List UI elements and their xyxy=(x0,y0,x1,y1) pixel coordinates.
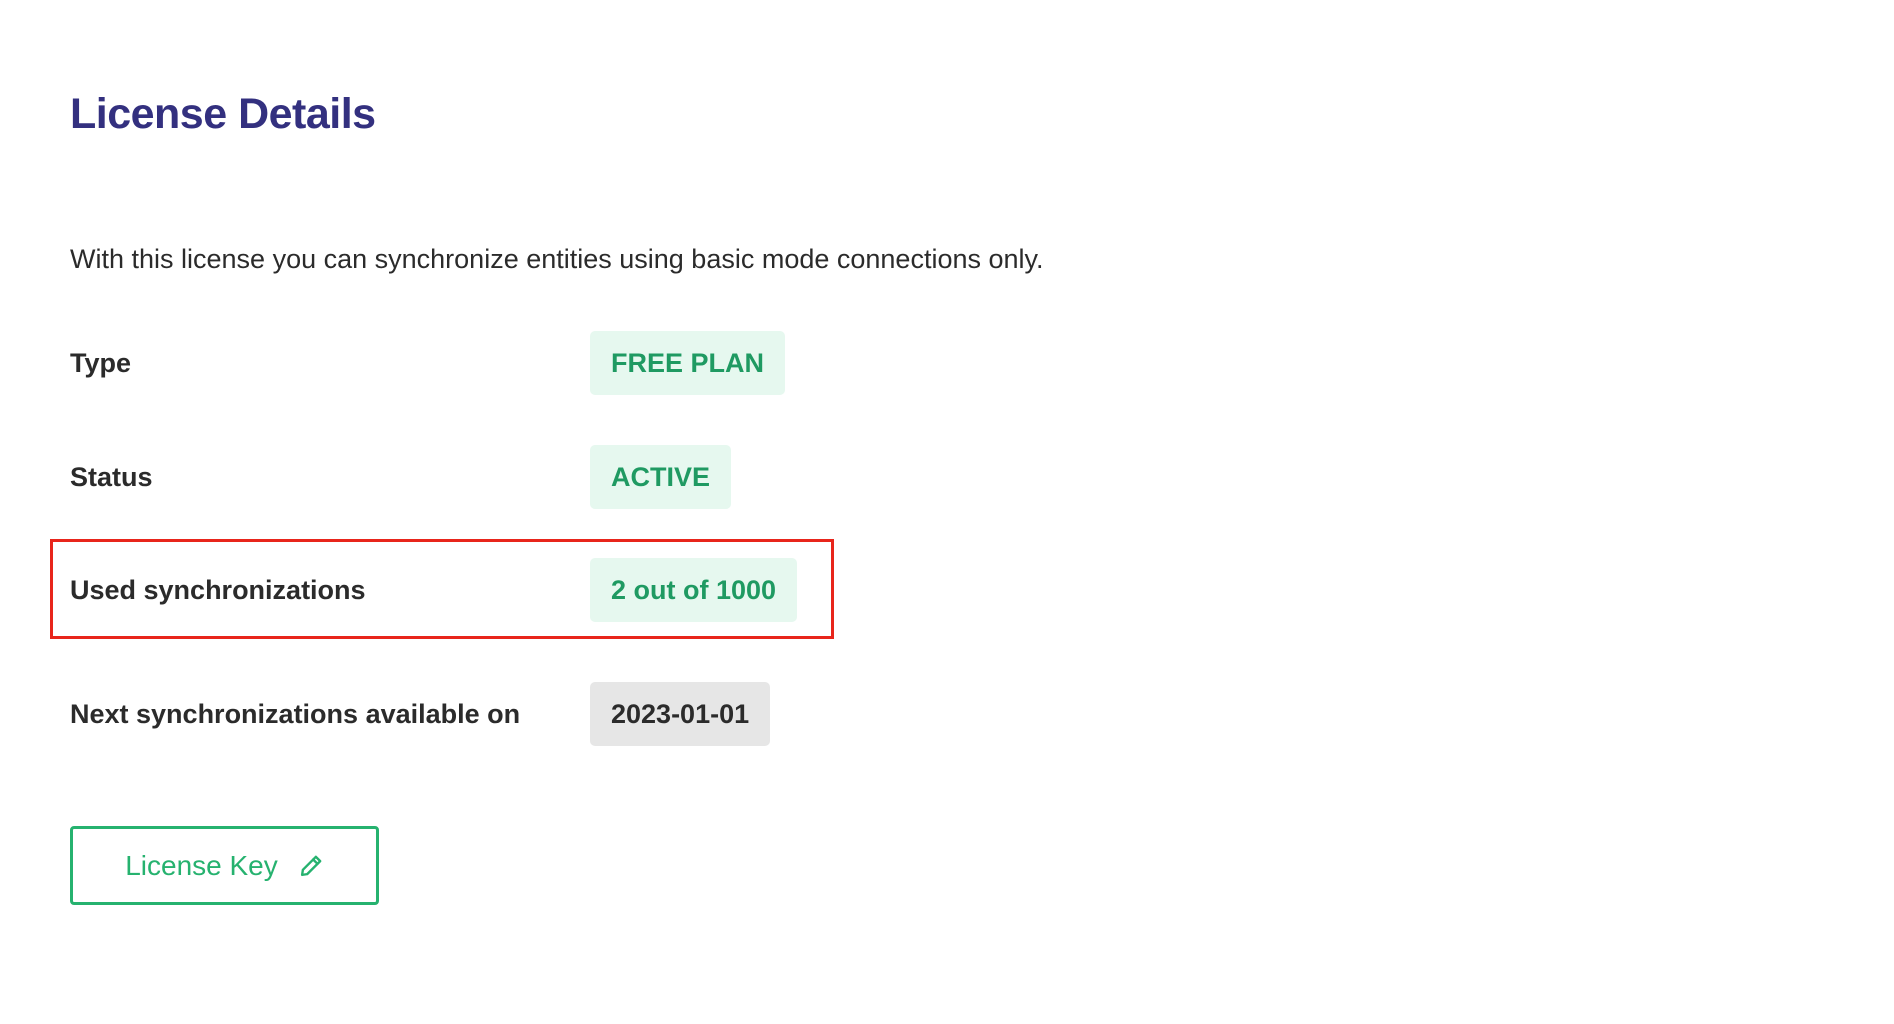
license-key-label: License Key xyxy=(125,849,278,881)
next-synchronizations-row: Next synchronizations available on 2023-… xyxy=(70,681,830,747)
type-row: Type FREE PLAN xyxy=(70,330,830,396)
type-label: Type xyxy=(70,347,132,378)
type-badge: FREE PLAN xyxy=(590,331,786,395)
next-synchronizations-badge: 2023-01-01 xyxy=(590,682,771,746)
status-row: Status ACTIVE xyxy=(70,444,830,510)
used-synchronizations-badge: 2 out of 1000 xyxy=(590,558,798,622)
license-description: With this license you can synchronize en… xyxy=(70,244,1044,274)
pencil-icon xyxy=(298,853,324,879)
next-synchronizations-label: Next synchronizations available on xyxy=(70,698,521,729)
status-label: Status xyxy=(70,461,153,492)
license-key-button[interactable]: License Key xyxy=(70,826,379,905)
status-badge: ACTIVE xyxy=(590,445,732,509)
license-details-page: License Details With this license you ca… xyxy=(50,0,1820,1024)
used-synchronizations-label: Used synchronizations xyxy=(70,574,366,605)
used-synchronizations-row: Used synchronizations 2 out of 1000 xyxy=(70,557,830,623)
page-title: License Details xyxy=(70,90,376,138)
